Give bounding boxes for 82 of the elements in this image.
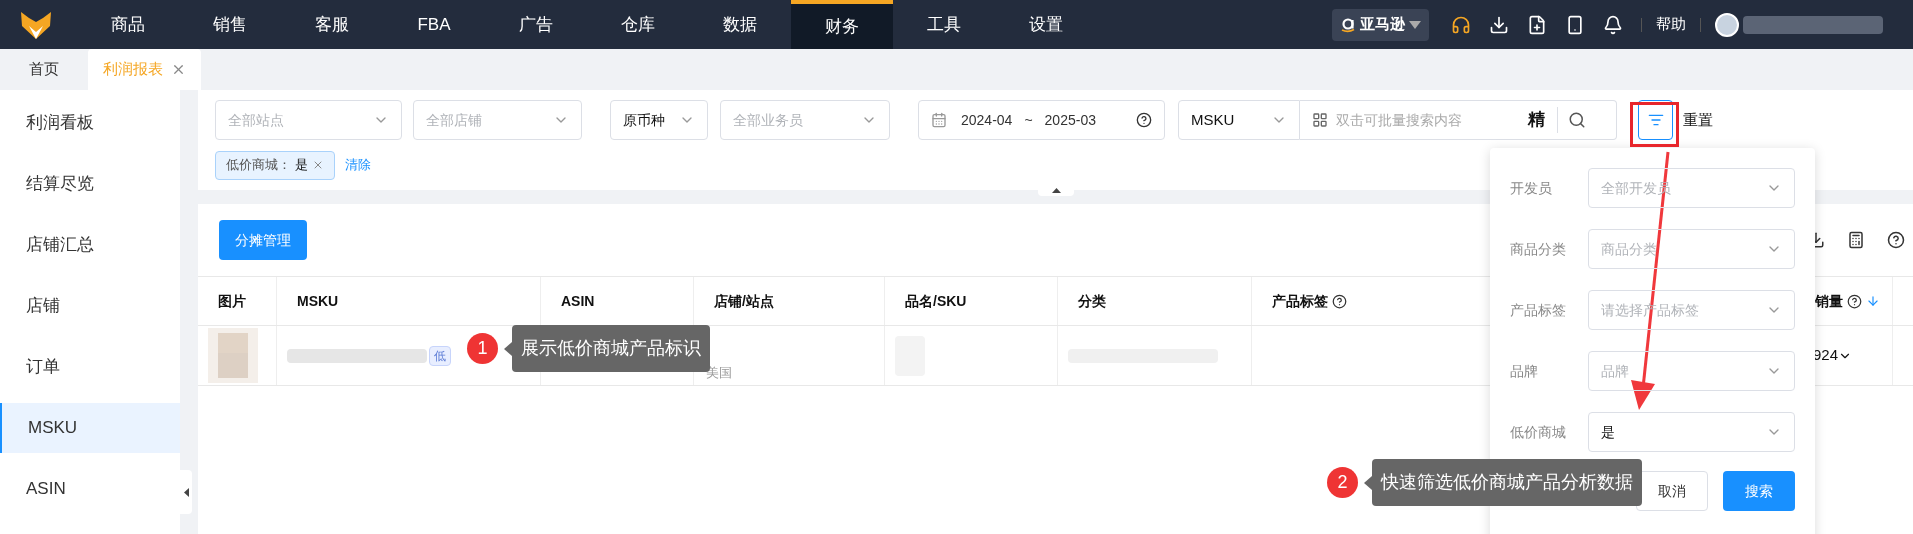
callout-tooltip: 快速筛选低价商城产品分析数据 <box>1372 459 1642 506</box>
help-icon[interactable] <box>1847 293 1862 309</box>
pointer-icon <box>1364 475 1372 490</box>
select-field[interactable]: 是 <box>1588 412 1795 452</box>
caret-up-icon <box>1051 187 1061 193</box>
nav-tab[interactable]: 广告 <box>485 0 587 49</box>
sidebar-item[interactable]: MSKU <box>0 402 180 453</box>
field-label: 低价商城 <box>1510 422 1567 442</box>
date-end: 2025-03 <box>1044 110 1096 130</box>
document-plus-icon[interactable] <box>1527 14 1547 35</box>
sidebar-item[interactable]: 店铺 <box>0 280 180 331</box>
select-field[interactable]: 原币种 <box>610 100 708 140</box>
search-icon[interactable] <box>1568 111 1586 129</box>
column-header: 品名/SKU <box>905 291 967 311</box>
sidebar-item[interactable]: 店铺汇总 <box>0 219 180 270</box>
phone-icon[interactable] <box>1565 14 1585 35</box>
column-header: 分类 <box>1078 291 1106 311</box>
nav-tab[interactable]: 销售 <box>179 0 281 49</box>
platform-dropdown[interactable]: 亚马逊 <box>1332 8 1429 41</box>
callout-tooltip: 展示低价商城产品标识 <box>512 325 710 372</box>
column-header: MSKU <box>297 291 339 311</box>
select-placeholder: 全部业务员 <box>733 110 803 130</box>
reset-button[interactable]: 重置 <box>1683 108 1713 132</box>
help-icon[interactable] <box>1887 231 1905 249</box>
column-header: 店铺/站点 <box>714 291 774 311</box>
select-value: 是 <box>1601 422 1615 442</box>
pointer-icon <box>504 341 512 356</box>
download-icon[interactable] <box>1489 14 1509 35</box>
calculator-icon[interactable] <box>1847 231 1865 249</box>
caret-left-icon <box>183 487 189 497</box>
sidebar-item[interactable]: 结算尽览 <box>0 158 180 209</box>
close-icon[interactable] <box>312 159 324 171</box>
column-header: ASIN <box>561 291 595 311</box>
column-header: 销量 <box>1815 291 1843 311</box>
grid-icon <box>1312 112 1328 128</box>
sidebar-item[interactable]: 订单 <box>0 341 180 392</box>
filter-chip[interactable]: 低价商城： 是 <box>215 150 335 180</box>
column-header: 图片 <box>218 291 246 311</box>
avatar[interactable] <box>1715 12 1739 37</box>
bell-icon[interactable] <box>1603 14 1623 35</box>
nav-tab[interactable]: 工具 <box>893 0 995 49</box>
collapse-handle[interactable] <box>180 470 192 514</box>
date-separator: ~ <box>1024 110 1033 130</box>
fox-logo-icon <box>20 9 52 40</box>
headset-icon[interactable] <box>1451 14 1471 35</box>
nav-tab[interactable]: 客服 <box>281 0 383 49</box>
platform-name: 亚马逊 <box>1360 14 1405 35</box>
field-label: 开发员 <box>1510 178 1553 198</box>
column-header: 产品标签 <box>1272 291 1328 311</box>
select-placeholder: 全部站点 <box>228 110 284 130</box>
date-range-field[interactable]: 2024-04 ~ 2025-03 <box>918 100 1165 140</box>
nav-tab[interactable]: FBA <box>383 0 485 49</box>
sidebar-item[interactable]: 利润看板 <box>0 97 180 148</box>
select-value: 原币种 <box>623 110 665 130</box>
sort-down-icon[interactable] <box>1866 294 1880 308</box>
date-start: 2024-04 <box>961 110 1013 130</box>
search-type-select[interactable]: MSKU <box>1178 100 1300 140</box>
nav-tab[interactable]: 数据 <box>689 0 791 49</box>
field-label: 产品标签 <box>1510 300 1567 320</box>
select-placeholder: 品牌 <box>1601 361 1629 381</box>
low-price-tag: 低 <box>429 345 451 366</box>
field-label: 品牌 <box>1510 361 1539 381</box>
help-icon[interactable] <box>1332 293 1347 309</box>
help-link[interactable]: 帮助 <box>1656 13 1686 36</box>
nav-tab[interactable]: 商品 <box>77 0 179 49</box>
nav-tab[interactable]: 设置 <box>995 0 1097 49</box>
search-field[interactable]: 双击可批量搜索内容 精 <box>1300 100 1617 140</box>
nav-tab[interactable]: 仓库 <box>587 0 689 49</box>
help-icon[interactable] <box>1136 112 1152 128</box>
select-placeholder: 全部店铺 <box>426 110 482 130</box>
nav-tab[interactable]: 财务 <box>791 0 893 49</box>
field-label: 商品分类 <box>1510 239 1567 259</box>
amazon-logo-icon <box>1340 16 1356 33</box>
caret-icon <box>1409 20 1421 29</box>
filter-button[interactable] <box>1638 100 1673 140</box>
highlight-frame <box>1630 102 1679 147</box>
page-tab[interactable]: 首页 <box>14 49 74 90</box>
filter-icon <box>1647 112 1664 128</box>
exact-match-toggle[interactable]: 精 <box>1528 107 1558 133</box>
sidebar-item[interactable]: ASIN <box>0 463 180 514</box>
calendar-icon <box>931 112 947 128</box>
close-icon[interactable] <box>171 62 186 77</box>
